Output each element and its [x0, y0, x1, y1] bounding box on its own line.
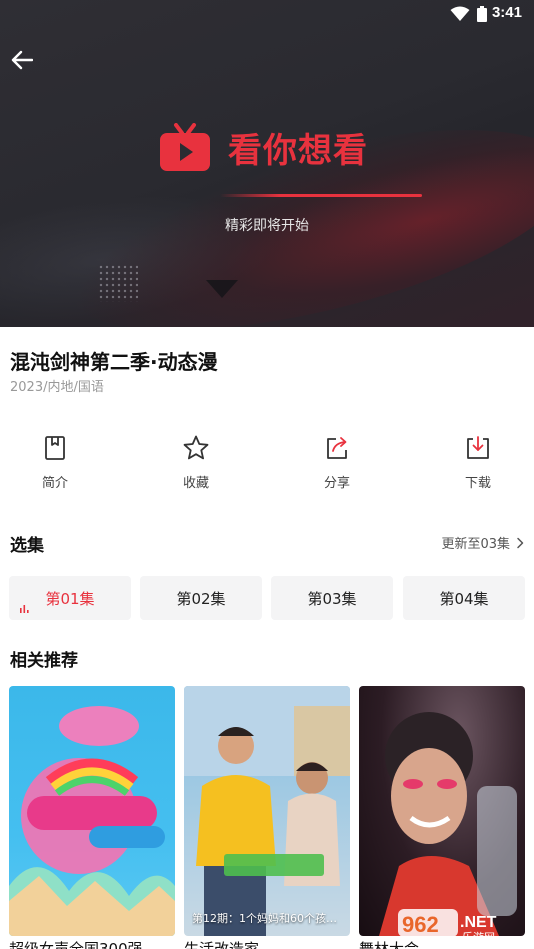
recommend-card-3[interactable] — [359, 686, 525, 936]
status-bar: 3:41 — [0, 0, 534, 28]
action-bar: 简介 收藏 分享 下载 — [0, 434, 534, 496]
show-title: 混沌剑神第二季·动态漫 — [10, 350, 218, 374]
episode-caption: 第12期：1个妈妈和60个孩… — [192, 912, 337, 925]
episode-3-button[interactable]: 第03集 — [271, 576, 393, 620]
loading-line — [220, 194, 422, 197]
intro-button[interactable]: 简介 — [15, 434, 95, 491]
document-icon — [45, 436, 65, 460]
brand-logo: 看你想看 — [160, 122, 368, 172]
recommend-title-1[interactable]: 超级女声全国300强 — [9, 938, 175, 949]
playing-indicator-icon — [20, 605, 29, 613]
episodes-more-link[interactable]: 更新至03集 — [441, 533, 524, 552]
site-watermark-logo: 962 .NET 乐游网 — [398, 909, 497, 943]
recommend-heading: 相关推荐 — [10, 651, 78, 671]
recommend-title-3[interactable]: 舞林大会 — [359, 938, 525, 949]
recommend-card-1[interactable] — [9, 686, 175, 936]
dot-pattern — [98, 264, 138, 302]
update-status-text: 更新至03集 — [441, 537, 510, 552]
back-button[interactable] — [8, 46, 36, 74]
poster-image — [379, 712, 517, 936]
download-button[interactable]: 下载 — [438, 434, 518, 491]
triangle-decoration — [206, 280, 238, 298]
share-label: 分享 — [323, 476, 350, 491]
episode-4-button[interactable]: 第04集 — [403, 576, 525, 620]
battery-icon — [477, 6, 487, 22]
svg-text:962: 962 — [402, 912, 439, 937]
brand-text: 看你想看 — [228, 130, 368, 171]
download-label: 下载 — [464, 476, 491, 491]
poster-image — [184, 686, 350, 936]
episode-label: 第03集 — [307, 589, 357, 608]
episode-label: 第04集 — [439, 589, 489, 608]
episode-label: 第02集 — [176, 589, 226, 608]
poster-image — [9, 706, 175, 936]
episode-label: 第01集 — [45, 589, 95, 608]
status-time: 3:41 — [491, 4, 522, 21]
recommend-title-2[interactable]: 生活改造家 — [184, 938, 350, 949]
intro-label: 简介 — [41, 476, 68, 491]
download-icon — [467, 436, 489, 459]
favorite-button[interactable]: 收藏 — [156, 434, 236, 491]
share-icon — [327, 437, 347, 459]
recommend-card-2[interactable]: 第12期：1个妈妈和60个孩… — [184, 686, 350, 936]
episode-2-button[interactable]: 第02集 — [140, 576, 262, 620]
star-icon — [183, 435, 209, 460]
episode-1-button[interactable]: 第01集 — [9, 576, 131, 620]
svg-text:.NET: .NET — [460, 914, 497, 931]
video-player[interactable]: 3:41 看你想看 精彩即将开始 — [0, 0, 534, 327]
tv-play-icon — [160, 123, 210, 171]
back-arrow-icon — [11, 50, 33, 70]
episode-list: 第01集 第02集 第03集 第04集 — [9, 576, 525, 620]
player-status-text: 精彩即将开始 — [225, 218, 309, 234]
share-button[interactable]: 分享 — [297, 434, 377, 491]
episodes-heading: 选集 — [10, 536, 44, 556]
favorite-label: 收藏 — [182, 476, 209, 491]
show-meta: 2023/内地/国语 — [10, 380, 104, 395]
chevron-right-icon — [517, 537, 524, 548]
wifi-icon — [450, 6, 470, 21]
